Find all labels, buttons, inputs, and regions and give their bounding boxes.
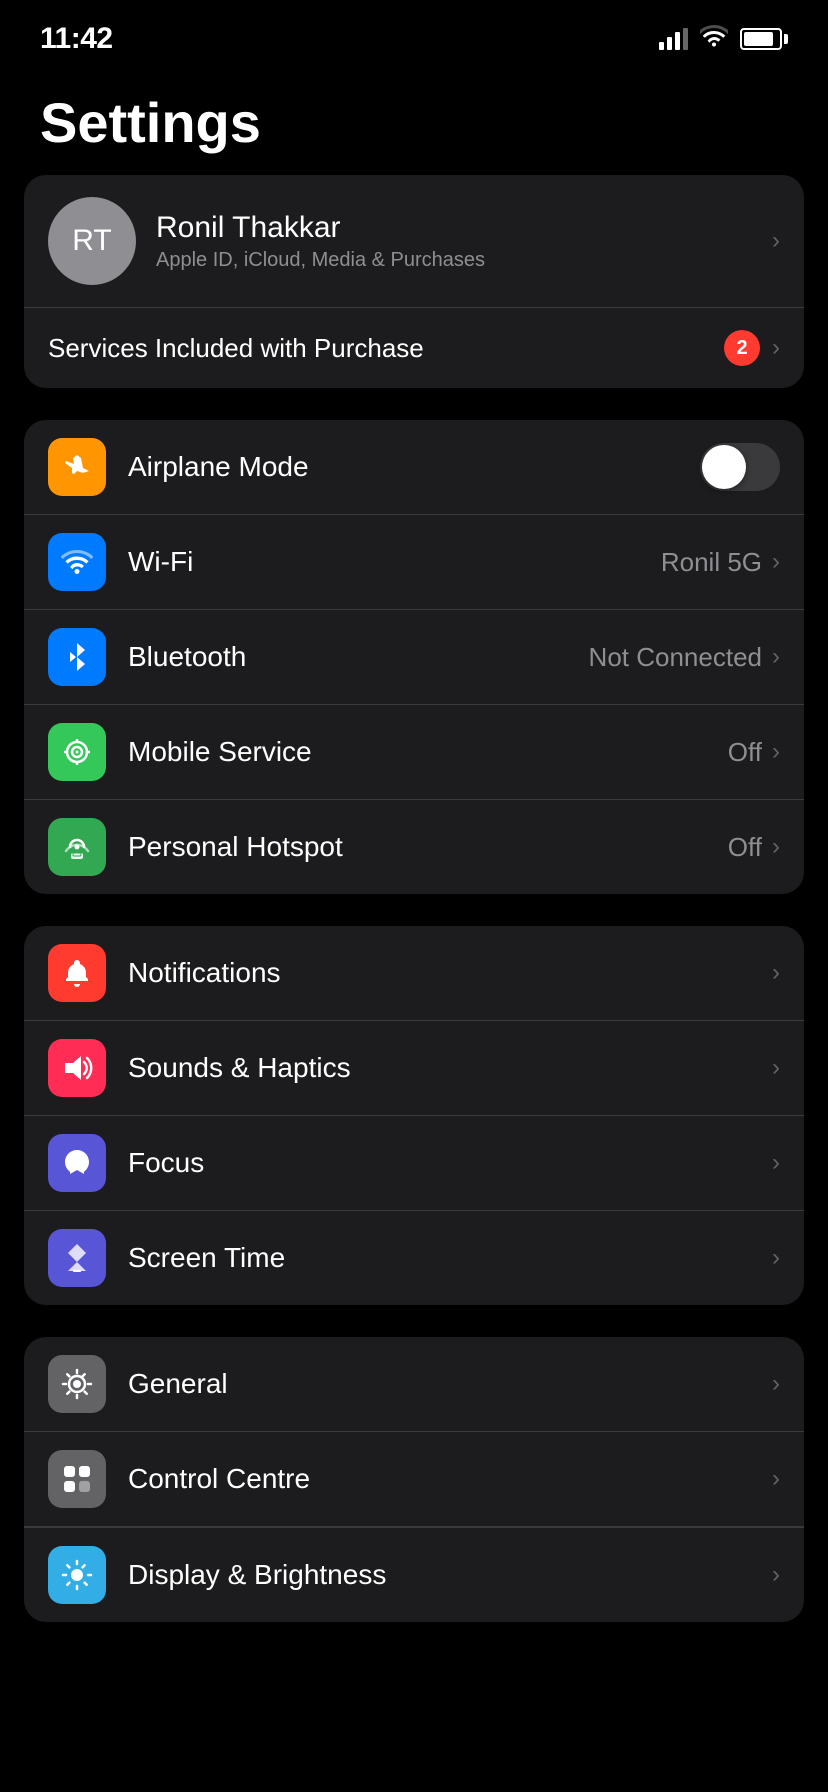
- screen-time-label: Screen Time: [128, 1242, 772, 1274]
- wifi-label: Wi-Fi: [128, 546, 661, 578]
- chevron-icon: ›: [772, 738, 780, 766]
- airplane-mode-icon: [48, 438, 106, 496]
- general-group: General › Control Centre › Display & Bri…: [24, 1337, 804, 1622]
- bluetooth-row[interactable]: Bluetooth Not Connected ›: [24, 610, 804, 705]
- control-centre-label: Control Centre: [128, 1463, 772, 1495]
- chevron-icon: ›: [772, 1561, 780, 1589]
- chevron-icon: ›: [772, 959, 780, 987]
- general-row[interactable]: General ›: [24, 1337, 804, 1432]
- wifi-value: Ronil 5G: [661, 547, 762, 578]
- general-label: General: [128, 1368, 772, 1400]
- display-brightness-icon: [48, 1546, 106, 1604]
- chevron-icon: ›: [772, 833, 780, 861]
- chevron-icon: ›: [772, 227, 780, 255]
- chevron-icon: ›: [772, 1465, 780, 1493]
- chevron-icon: ›: [772, 334, 780, 362]
- bluetooth-label: Bluetooth: [128, 641, 589, 673]
- services-label: Services Included with Purchase: [48, 333, 724, 364]
- mobile-service-row[interactable]: Mobile Service Off ›: [24, 705, 804, 800]
- general-icon: [48, 1355, 106, 1413]
- profile-name: Ronil Thakkar: [156, 211, 752, 245]
- mobile-service-icon: [48, 723, 106, 781]
- control-centre-icon: [48, 1450, 106, 1508]
- chevron-icon: ›: [772, 643, 780, 671]
- notifications-label: Notifications: [128, 957, 772, 989]
- focus-label: Focus: [128, 1147, 772, 1179]
- display-brightness-row[interactable]: Display & Brightness ›: [24, 1527, 804, 1622]
- wifi-row-icon: [48, 533, 106, 591]
- personal-hotspot-row[interactable]: Personal Hotspot Off ›: [24, 800, 804, 894]
- sounds-haptics-row[interactable]: Sounds & Haptics ›: [24, 1021, 804, 1116]
- focus-row[interactable]: Focus ›: [24, 1116, 804, 1211]
- airplane-mode-row[interactable]: Airplane Mode: [24, 420, 804, 515]
- profile-info: Ronil Thakkar Apple ID, iCloud, Media & …: [156, 211, 752, 272]
- focus-icon: [48, 1134, 106, 1192]
- display-brightness-label: Display & Brightness: [128, 1559, 772, 1591]
- mobile-service-label: Mobile Service: [128, 736, 728, 768]
- bluetooth-value: Not Connected: [589, 642, 762, 673]
- notifications-icon: [48, 944, 106, 1002]
- screen-time-row[interactable]: Screen Time ›: [24, 1211, 804, 1305]
- screen-time-icon: [48, 1229, 106, 1287]
- personal-hotspot-icon: [48, 818, 106, 876]
- personal-hotspot-value: Off: [728, 832, 762, 863]
- sounds-haptics-label: Sounds & Haptics: [128, 1052, 772, 1084]
- status-bar: 11:42: [0, 0, 828, 60]
- wifi-row[interactable]: Wi-Fi Ronil 5G ›: [24, 515, 804, 610]
- profile-row[interactable]: RT Ronil Thakkar Apple ID, iCloud, Media…: [24, 175, 804, 308]
- notifications-group: Notifications › Sounds & Haptics › Focus…: [24, 926, 804, 1305]
- signal-icon: [659, 28, 688, 50]
- profile-subtitle: Apple ID, iCloud, Media & Purchases: [156, 249, 752, 272]
- avatar: RT: [48, 197, 136, 285]
- chevron-icon: ›: [772, 1054, 780, 1082]
- status-icons: [659, 25, 788, 53]
- chevron-icon: ›: [772, 1244, 780, 1272]
- chevron-icon: ›: [772, 1149, 780, 1177]
- airplane-mode-toggle[interactable]: [700, 443, 780, 491]
- airplane-mode-label: Airplane Mode: [128, 451, 700, 483]
- bluetooth-icon: [48, 628, 106, 686]
- notifications-row[interactable]: Notifications ›: [24, 926, 804, 1021]
- control-centre-row[interactable]: Control Centre ›: [24, 1432, 804, 1527]
- profile-group: RT Ronil Thakkar Apple ID, iCloud, Media…: [24, 175, 804, 388]
- personal-hotspot-label: Personal Hotspot: [128, 831, 728, 863]
- chevron-icon: ›: [772, 1370, 780, 1398]
- battery-icon: [740, 28, 788, 50]
- wifi-icon: [700, 25, 728, 53]
- services-row[interactable]: Services Included with Purchase 2 ›: [24, 308, 804, 388]
- chevron-icon: ›: [772, 548, 780, 576]
- connectivity-group: Airplane Mode Wi-Fi Ronil 5G › Bluetooth…: [24, 420, 804, 894]
- page-title: Settings: [0, 60, 828, 175]
- mobile-service-value: Off: [728, 737, 762, 768]
- status-time: 11:42: [40, 22, 113, 56]
- services-badge: 2: [724, 330, 760, 366]
- sounds-haptics-icon: [48, 1039, 106, 1097]
